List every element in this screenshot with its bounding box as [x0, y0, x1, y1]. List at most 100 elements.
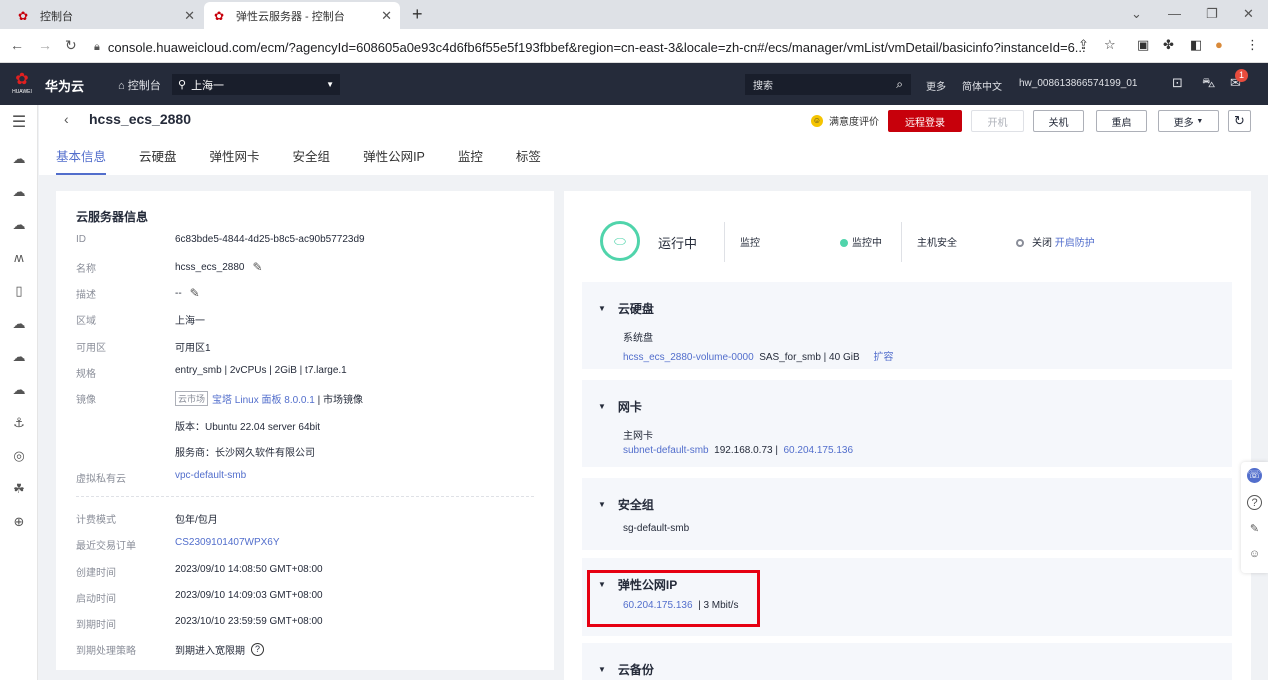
row-value: hcss_ecs_2880 — [175, 261, 245, 273]
edit-pencil-icon[interactable]: ✎ — [190, 286, 200, 300]
restore-icon[interactable]: ❐ — [1206, 6, 1218, 22]
reload-icon[interactable]: ↻ — [65, 37, 77, 54]
status-green-dot-icon — [840, 239, 848, 248]
close-tab-icon[interactable]: ✕ — [184, 8, 195, 24]
backup-section-header[interactable]: ▼ 云备份 — [598, 661, 654, 678]
cloud-service-icon[interactable]: ☁ — [11, 217, 27, 233]
private-ip: 192.168.0.73 | — [714, 445, 778, 456]
row-key: 规格 — [76, 369, 96, 380]
tab-basic-info[interactable]: 基本信息 — [56, 146, 107, 175]
globe-icon[interactable]: ⊕ — [11, 514, 27, 530]
hamburger-menu-icon[interactable]: ☰ — [11, 115, 27, 131]
row-value: 版本：Ubuntu 22.04 server 64bit — [175, 422, 321, 433]
address-bar: ← → ↻ 🔒︎ console.huaweicloud.com/ecm/?ag… — [0, 29, 1268, 63]
row-value-wrap: 到期进入宽限期? — [175, 642, 264, 657]
remote-login-button[interactable]: 远程登录 — [888, 110, 962, 132]
console-home-link[interactable]: ⌂ 控制台 — [118, 77, 161, 93]
tab-nics[interactable]: 弹性网卡 — [210, 146, 260, 175]
tab-disks[interactable]: 云硬盘 — [139, 146, 177, 175]
help-question-icon[interactable]: ? — [1247, 495, 1262, 510]
tab-tags[interactable]: 标签 — [516, 146, 541, 175]
security-group-link[interactable]: sg-default-smb — [623, 523, 689, 534]
enable-protection-link[interactable]: 开启防护 — [1055, 238, 1095, 249]
edit-pencil-icon[interactable]: ✎ — [253, 260, 263, 274]
new-tab-button[interactable]: + — [412, 4, 423, 25]
public-ip-link[interactable]: 60.204.175.136 — [784, 445, 854, 456]
expand-link[interactable]: 扩容 — [874, 352, 894, 363]
huawei-logo[interactable]: ✿ HUAWEI — [10, 71, 34, 97]
restart-button[interactable]: 重启 — [1096, 110, 1147, 132]
tab-eip[interactable]: 弹性公网IP — [363, 146, 425, 175]
forward-arrow-icon[interactable]: → — [38, 37, 52, 53]
cart-icon[interactable]: ⛍ — [1202, 75, 1215, 93]
row-key: 计费模式 — [76, 515, 116, 526]
brand-name[interactable]: 华为云 — [45, 76, 84, 95]
vpc-link[interactable]: vpc-default-smb — [175, 470, 246, 481]
search-icon[interactable]: ⌕ — [896, 77, 903, 92]
satisfaction-rating-link[interactable]: ☺ 满意度评价 — [811, 113, 879, 128]
tab-security-groups[interactable]: 安全组 — [293, 146, 331, 175]
sidepanel-icon[interactable]: ◧ — [1190, 37, 1202, 53]
browser-menu-icon[interactable]: ⋮ — [1246, 37, 1259, 53]
order-link[interactable]: CS2309101407WPX6Y — [175, 537, 280, 548]
location-pin-icon: ⚲ — [178, 79, 187, 91]
caret-down-icon: ▼ — [326, 80, 334, 89]
row-key: 可用区 — [76, 343, 106, 354]
search-input[interactable]: 搜索 ⌕ — [745, 74, 911, 95]
subnet-link[interactable]: subnet-default-smb — [623, 445, 709, 456]
row-key: 镜像 — [76, 395, 96, 406]
share-icon[interactable]: ⇪ — [1078, 37, 1089, 53]
eip-highlight-box — [587, 570, 760, 627]
region-selector[interactable]: ⚲ 上海一 ▼ — [172, 74, 340, 95]
back-chevron-icon[interactable]: ‹ — [64, 111, 69, 127]
start-button[interactable]: 开机 — [971, 110, 1024, 132]
region-label: 上海一 — [191, 79, 225, 92]
security-group-section-header[interactable]: ▼ 安全组 — [598, 496, 654, 513]
browser-tab-title: 控制台 — [40, 10, 73, 23]
minimize-icon[interactable]: — — [1168, 6, 1181, 21]
url-field[interactable]: 🔒︎ console.huaweicloud.com/ecm/?agencyId… — [94, 36, 1124, 58]
more-menu-link[interactable]: 更多 — [926, 78, 946, 93]
shutdown-button[interactable]: 关机 — [1033, 110, 1084, 132]
terminal-icon[interactable]: ⊡ — [1172, 75, 1183, 91]
language-switch[interactable]: 简体中文 — [962, 78, 1002, 93]
cloud-service-icon[interactable]: ☁ — [11, 151, 27, 167]
help-question-icon[interactable]: ? — [251, 643, 264, 656]
cloud-service-icon[interactable]: ☁ — [11, 382, 27, 398]
row-value: 可用区1 — [175, 343, 211, 354]
smile-feedback-icon[interactable]: ☺ — [1247, 547, 1262, 562]
document-icon[interactable]: ▯ — [11, 283, 27, 299]
cluster-icon[interactable]: ☘ — [11, 481, 27, 497]
chevron-down-icon[interactable]: ⌄ — [1131, 6, 1142, 22]
extension-icon[interactable]: ▣ — [1137, 37, 1149, 53]
cloud-service-icon[interactable]: ☁ — [11, 316, 27, 332]
network-icon[interactable]: ʍ — [11, 250, 27, 266]
row-key: 虚拟私有云 — [76, 474, 126, 485]
puzzle-icon[interactable]: ✤ — [1163, 37, 1174, 53]
username-link[interactable]: hw_008613866574199_01 — [1019, 78, 1137, 89]
detail-tabs: 基本信息 云硬盘 弹性网卡 安全组 弹性公网IP 监控 标签 — [56, 146, 574, 175]
profile-avatar-icon[interactable]: ● — [1215, 37, 1223, 52]
huawei-favicon-icon: ✿ — [18, 8, 29, 23]
close-tab-icon[interactable]: ✕ — [381, 8, 392, 24]
ip-icon[interactable]: ◎ — [11, 448, 27, 464]
cloud-service-icon[interactable]: ☁ — [11, 349, 27, 365]
back-arrow-icon[interactable]: ← — [10, 37, 24, 53]
row-key: 到期时间 — [76, 620, 116, 631]
more-actions-button[interactable]: 更多 ▼ — [1158, 110, 1219, 132]
bookmark-star-icon[interactable]: ☆ — [1104, 37, 1116, 53]
refresh-button[interactable]: ↻ — [1228, 110, 1251, 132]
browser-tab-ecs[interactable]: ✿ 弹性云服务器 - 控制台 ✕ — [204, 2, 400, 29]
browser-tab-console[interactable]: ✿ 控制台 ✕ — [8, 2, 203, 29]
customer-service-icon[interactable]: ☏ — [1247, 468, 1262, 483]
volume-link[interactable]: hcss_ecs_2880-volume-0000 — [623, 352, 754, 363]
image-link[interactable]: 宝塔 Linux 面板 8.0.0.1 — [212, 391, 315, 406]
close-window-icon[interactable]: ✕ — [1243, 6, 1254, 22]
disk-section-header[interactable]: ▼ 云硬盘 — [598, 300, 654, 317]
anchor-icon[interactable]: ⚓ — [11, 415, 27, 431]
nic-section-header[interactable]: ▼ 网卡 — [598, 398, 642, 415]
tab-monitoring[interactable]: 监控 — [458, 146, 483, 175]
collapse-triangle-icon: ▼ — [598, 665, 606, 674]
feedback-edit-icon[interactable]: ✎ — [1247, 522, 1262, 537]
cloud-service-icon[interactable]: ☁ — [11, 184, 27, 200]
